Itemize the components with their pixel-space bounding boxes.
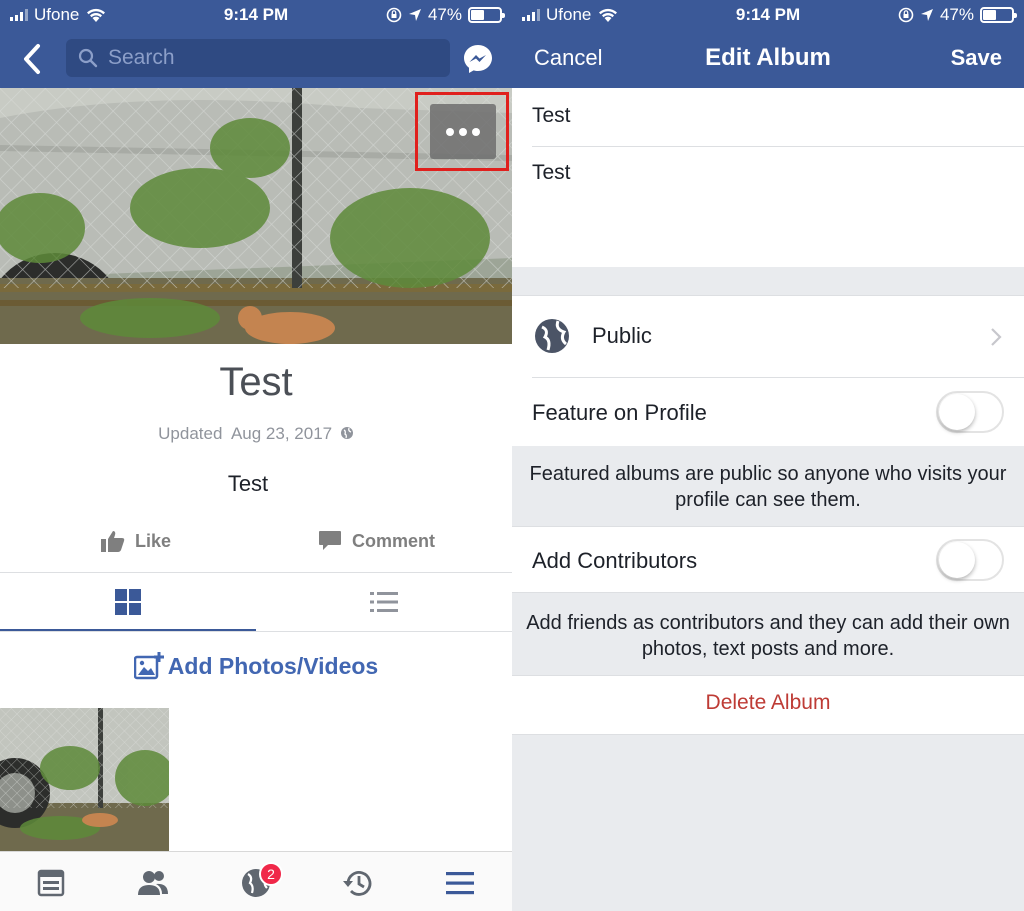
add-photos-videos-button[interactable]: Add Photos/Videos [0, 652, 512, 680]
contributors-note: Add friends as contributors and they can… [526, 612, 1010, 660]
battery-percent: 47% [939, 5, 974, 24]
nav-bar: Search [0, 30, 512, 88]
edit-album-screen: Ufone 9:14 PM 47% Cancel Edit Album Save… [512, 0, 1024, 911]
album-description-field[interactable]: Test [532, 161, 571, 185]
comment-label: Comment [352, 530, 436, 551]
globe-icon [340, 427, 353, 439]
privacy-row[interactable]: Public [512, 296, 1024, 377]
friends-icon[interactable] [136, 866, 170, 900]
globe-icon [535, 319, 569, 353]
tab-grid-view[interactable] [0, 573, 256, 631]
battery-indicator: 47% [386, 5, 505, 25]
album-settings-section: Public Feature on Profile [512, 295, 1024, 446]
divider [532, 146, 1024, 147]
bottom-tab-bar [0, 851, 512, 911]
location-icon [920, 9, 933, 21]
history-icon[interactable] [341, 866, 375, 900]
orientation-lock-icon [386, 7, 402, 23]
album-name-field[interactable]: Test [532, 104, 571, 128]
feature-note: Featured albums are public so anyone who… [529, 463, 1007, 511]
back-icon[interactable] [18, 42, 48, 76]
album-description: Test [227, 471, 269, 496]
search-input[interactable]: Search [66, 39, 450, 77]
divider [532, 377, 1024, 378]
thumbnail-image [0, 708, 169, 853]
album-cover-photo[interactable] [0, 88, 512, 344]
list-icon [370, 592, 398, 612]
toggle-knob [939, 542, 975, 578]
add-contributors-toggle[interactable] [936, 539, 1004, 581]
like-icon [101, 531, 125, 552]
add-photos-label: Add Photos/Videos [167, 652, 379, 679]
divider [0, 631, 512, 632]
album-details-section: Test Test [512, 88, 1024, 267]
battery-fill [471, 10, 484, 20]
page-title: Edit Album [705, 44, 831, 71]
toggle-knob [939, 394, 975, 430]
orientation-lock-icon [898, 7, 914, 23]
album-updated-info: Updated Aug 23, 2017 [0, 424, 512, 444]
search-placeholder: Search [108, 46, 175, 69]
comment-icon [319, 531, 341, 550]
tab-list-view[interactable] [256, 573, 512, 631]
feature-on-profile-toggle[interactable] [936, 391, 1004, 433]
comment-button[interactable]: Comment [318, 530, 435, 552]
status-bar: Ufone 9:14 PM 47% [0, 0, 512, 30]
battery-fill [983, 10, 996, 20]
save-button[interactable]: Save [951, 45, 1002, 71]
feature-on-profile-label: Feature on Profile [532, 400, 707, 425]
delete-album-button[interactable]: Delete Album [512, 691, 1024, 715]
album-view-screen: Ufone 9:14 PM 47% Search Test Updated Au… [0, 0, 512, 911]
add-contributors-label: Add Contributors [532, 548, 698, 573]
location-icon [408, 9, 421, 21]
like-label: Like [135, 530, 172, 551]
status-bar: Ufone 9:14 PM 47% [512, 0, 1024, 30]
updated-label: Updated [158, 424, 223, 443]
search-icon [78, 48, 98, 68]
grid-icon [115, 589, 141, 615]
notification-badge: 2 [259, 862, 283, 886]
like-button[interactable]: Like [101, 530, 171, 552]
album-title: Test [219, 360, 293, 404]
add-photo-icon [133, 652, 164, 680]
highlight-annotation [415, 92, 509, 171]
privacy-label: Public [592, 323, 652, 348]
news-feed-icon[interactable] [34, 866, 68, 900]
album-photo-thumbnail[interactable] [0, 708, 169, 853]
updated-date: Aug 23, 2017 [230, 424, 333, 443]
chevron-right-icon [991, 328, 1002, 346]
messenger-icon[interactable] [462, 43, 494, 75]
contributors-row: Add Contributors [512, 526, 1024, 593]
battery-icon [980, 7, 1017, 23]
battery-icon [468, 7, 505, 23]
battery-percent: 47% [427, 5, 462, 24]
menu-icon[interactable] [443, 866, 477, 900]
battery-indicator: 47% [898, 5, 1017, 25]
